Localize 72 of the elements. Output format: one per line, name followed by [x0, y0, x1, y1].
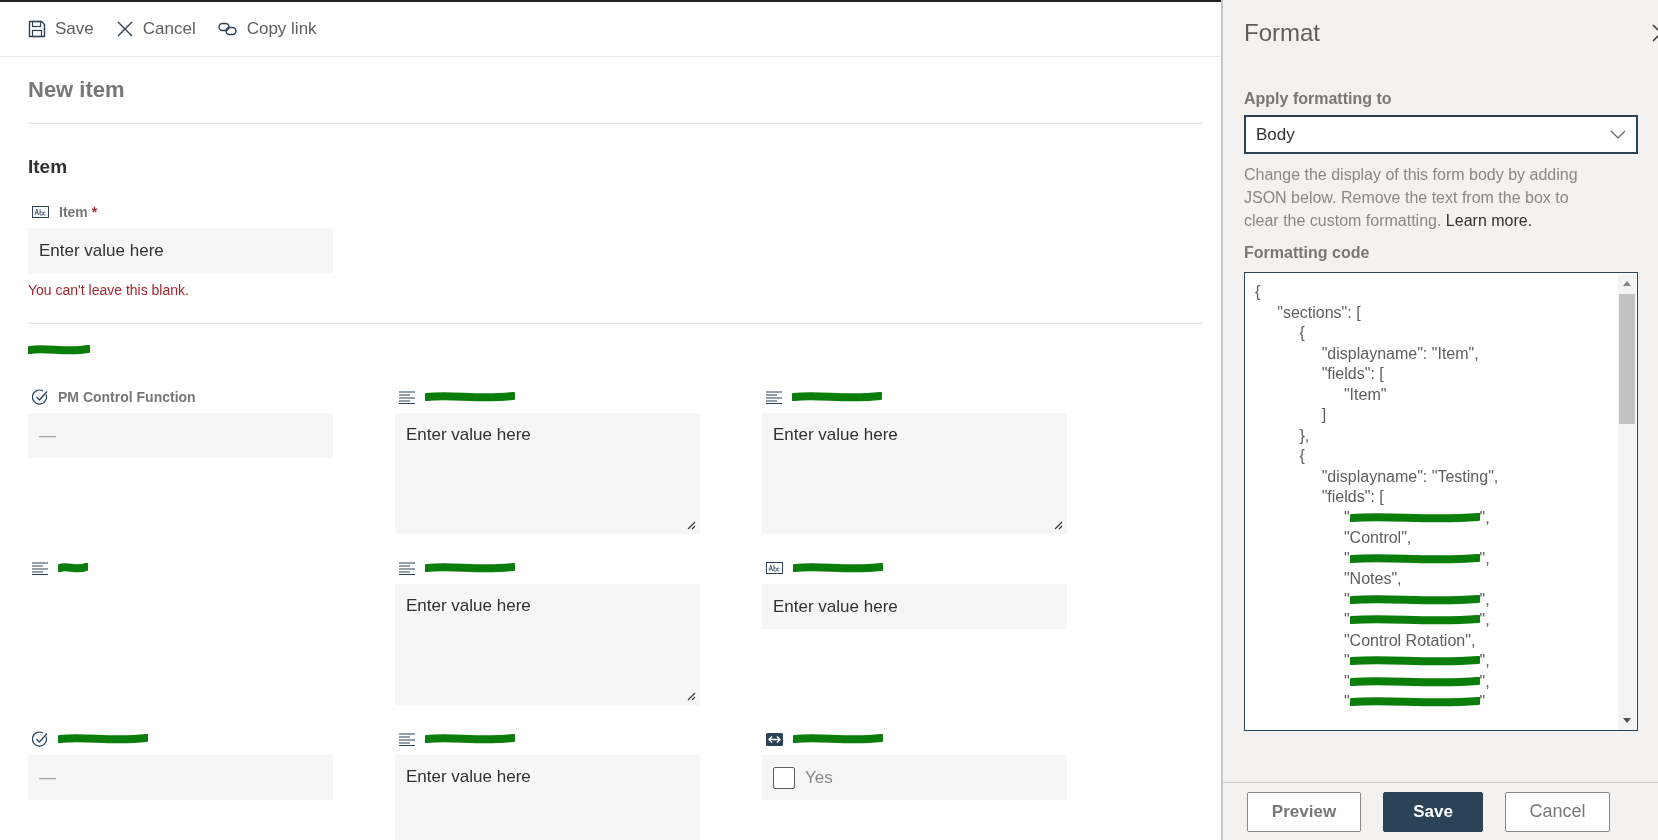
code-line: ", — [1479, 651, 1490, 671]
code-line: "displayname": "Testing", — [1320, 466, 1499, 487]
code-line: { — [1298, 446, 1305, 466]
button[interactable]: Preview — [1247, 791, 1361, 832]
close-icon — [115, 20, 134, 38]
toolbar-button[interactable]: Cancel — [113, 15, 198, 43]
field-label: Item — [59, 204, 88, 220]
code-line: ", — [1479, 548, 1490, 569]
chevron-down-icon — [1610, 130, 1626, 139]
toggle-arrows-icon — [766, 732, 783, 746]
code-editor[interactable]: { "sections": [ { "displayname": "Item", "fields": [ "Item" ] }, { "displayname": "Testing", "fields": [ " ", "Control", " ", "Notes", " ", " ", "Control Rotation", " ", " ", " " — [1244, 272, 1638, 731]
code-line: }, — [1298, 425, 1310, 446]
code-line: "Control", — [1342, 528, 1412, 548]
code-line: " — [1342, 692, 1350, 712]
input-field[interactable]: Enter value here — [28, 228, 333, 273]
field-label: Apply formatting to — [1244, 90, 1393, 109]
code-line: { — [1255, 282, 1261, 302]
code-line: "fields": [ — [1320, 487, 1384, 507]
code-line: ] — [1320, 405, 1327, 425]
text-area[interactable]: Enter value here — [395, 584, 700, 705]
learn-more-link[interactable]: Learn more. — [1445, 212, 1533, 229]
multiline-text-icon — [766, 390, 782, 404]
checkbox[interactable] — [773, 766, 795, 789]
checkbox-label: Yes — [805, 767, 833, 788]
form-title: New item — [28, 57, 1203, 124]
code-line: " — [1479, 692, 1486, 712]
code-line: { — [1298, 323, 1305, 343]
multiline-text-icon — [399, 732, 415, 746]
input-field[interactable]: Enter value here — [762, 584, 1067, 629]
code-line: "Notes", — [1342, 569, 1402, 589]
multiline-text-icon — [399, 561, 415, 575]
description: Change the display of this form body by adding JSON below. Remove the text from the box to clear the custom formatting. Learn more. — [1244, 165, 1579, 231]
field-label: Formatting code — [1244, 244, 1371, 263]
field-label: PM Control Function — [58, 389, 196, 405]
resize-grip-icon — [687, 692, 696, 701]
check-circle-icon — [32, 389, 48, 405]
resize-grip-icon — [687, 521, 696, 530]
code-line: " — [1342, 507, 1350, 528]
required-mark: * — [91, 204, 98, 220]
code-line: " — [1342, 548, 1350, 569]
code-line: "sections": [ — [1276, 302, 1361, 323]
text-area[interactable]: Enter value here — [395, 413, 700, 534]
primary-button[interactable]: Save — [1383, 791, 1483, 832]
code-line: "Item" — [1342, 384, 1387, 405]
toolbar-button[interactable]: Copy link — [215, 15, 319, 43]
multiline-text-icon — [399, 390, 415, 404]
section-heading: Item — [28, 156, 68, 177]
multiline-text-icon — [32, 561, 48, 575]
text-field-icon — [766, 562, 783, 574]
resize-grip-icon — [1054, 521, 1063, 530]
code-line: " — [1342, 610, 1350, 630]
code-line: ", — [1479, 507, 1490, 528]
code-line: "displayname": "Item", — [1320, 343, 1479, 364]
link-icon — [217, 22, 238, 36]
panel-title: Format — [1244, 18, 1321, 48]
code-line: ", — [1479, 589, 1490, 610]
code-line: " — [1342, 589, 1350, 610]
check-circle-icon — [32, 731, 48, 747]
toolbar-button[interactable]: Save — [26, 15, 96, 43]
save-icon — [28, 20, 46, 38]
text-area[interactable]: Enter value here — [395, 755, 700, 840]
text-field-icon — [32, 206, 49, 218]
dropdown[interactable]: Body — [1244, 115, 1638, 154]
code-line: ", — [1479, 671, 1490, 692]
button[interactable]: Cancel — [1505, 791, 1610, 832]
code-line: " — [1342, 671, 1350, 692]
code-line: " — [1342, 651, 1350, 671]
code-line: "fields": [ — [1320, 364, 1384, 384]
code-line: ", — [1479, 610, 1490, 630]
error-message: You can't leave this blank. — [28, 282, 190, 298]
code-line: "Control Rotation", — [1342, 630, 1476, 651]
text-area[interactable]: Enter value here — [762, 413, 1067, 534]
